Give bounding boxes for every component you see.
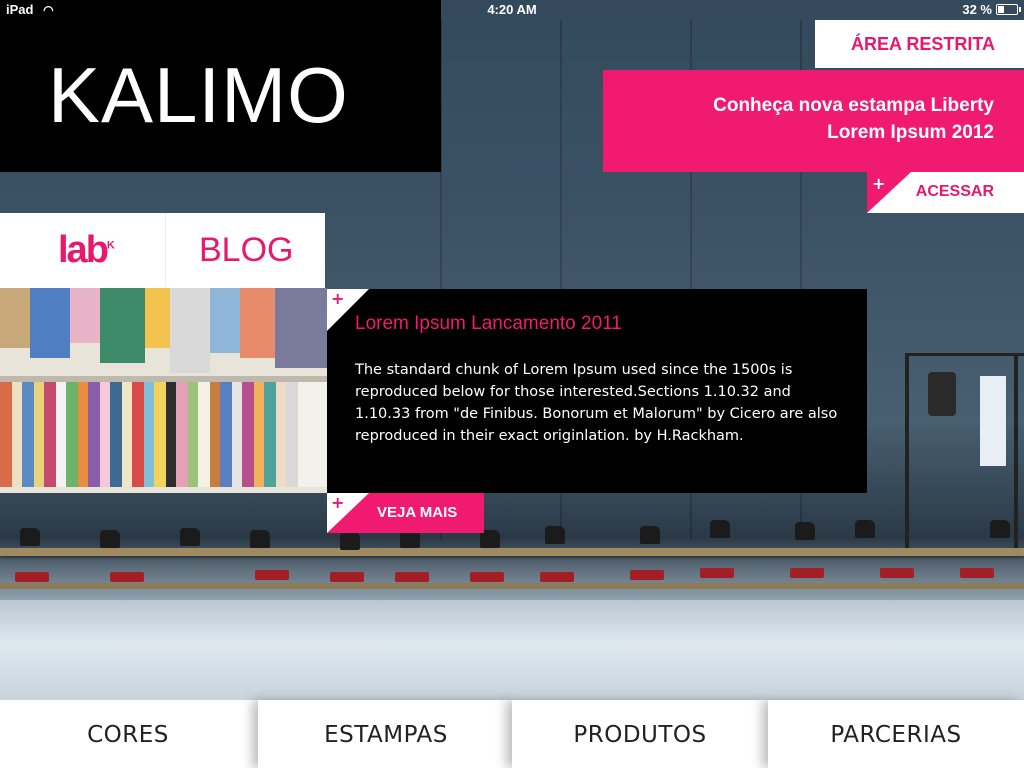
see-more-label: VEJA MAIS [377, 504, 458, 521]
battery-icon [996, 4, 1021, 15]
red-item [395, 572, 429, 582]
lower-shelf [0, 583, 1024, 589]
status-time: 4:20 AM [487, 2, 537, 17]
red-item [540, 572, 574, 582]
tab-lab[interactable]: labK [58, 229, 115, 272]
red-item [255, 570, 289, 580]
tab-blog[interactable]: BLOG [199, 231, 293, 270]
red-item [15, 572, 49, 582]
plus-icon: + [331, 493, 345, 512]
nav-label: CORES [87, 722, 169, 748]
access-button[interactable]: + ACESSAR [867, 172, 1024, 213]
rack-bar [905, 353, 1024, 356]
promo-banner[interactable]: Conheça nova estampa Liberty Lorem Ipsum… [603, 70, 1024, 172]
shoe [545, 526, 565, 544]
see-more-button[interactable]: + VEJA MAIS [327, 493, 484, 533]
nav-label: ESTAMPAS [324, 722, 448, 748]
kalimo-logo[interactable]: KALIMO [0, 0, 441, 172]
rack-pole [905, 355, 909, 555]
restricted-area-label: ÁREA RESTRITA [851, 34, 995, 54]
plus-icon: + [872, 174, 886, 193]
nav-label: PRODUTOS [573, 722, 707, 748]
shoe [250, 530, 270, 548]
battery-fill [998, 6, 1004, 13]
nav-item-parcerias[interactable]: PARCERIAS [768, 700, 1024, 768]
promo-line-2: Lorem Ipsum 2012 [827, 122, 994, 143]
shoe [100, 530, 120, 548]
restricted-area-button[interactable]: ÁREA RESTRITA [815, 20, 1024, 68]
access-label: ACESSAR [915, 183, 994, 200]
tab-divider [165, 213, 166, 288]
promo-line-1: Conheça nova estampa Liberty [713, 95, 994, 116]
nav-item-cores[interactable]: CORES [0, 700, 256, 768]
red-item [700, 568, 734, 578]
shoe [855, 520, 875, 538]
red-item [880, 568, 914, 578]
bottom-nav: CORES ESTAMPAS PRODUTOS PARCERIAS [0, 700, 1024, 768]
rack-pole [1014, 355, 1018, 555]
article-image[interactable] [0, 288, 327, 493]
shoe-shelf [0, 548, 1024, 556]
fabric-rack-illustration [0, 288, 327, 493]
red-item [470, 572, 504, 582]
article-title[interactable]: Lorem Ipsum Lancamento 2011 [355, 313, 622, 335]
lab-label: lab [58, 229, 109, 271]
hanging-garment [980, 376, 1006, 466]
lab-mark: K [106, 239, 115, 252]
article-panel: + Lorem Ipsum Lancamento 2011 The standa… [327, 289, 867, 493]
shoe [340, 532, 360, 550]
red-item [630, 570, 664, 580]
plus-icon: + [331, 289, 345, 308]
red-item [330, 572, 364, 582]
logo-text: KALIMO [48, 51, 349, 139]
lab-blog-tabs: labK BLOG [0, 213, 325, 288]
nav-item-produtos[interactable]: PRODUTOS [512, 700, 768, 768]
nav-label: PARCERIAS [830, 722, 962, 748]
shoe [20, 528, 40, 546]
shoe [710, 520, 730, 538]
hanging-garment [928, 372, 956, 416]
red-item [110, 572, 144, 582]
status-bar: iPad ◠ 4:20 AM 32 % [0, 0, 1024, 20]
shoe [180, 528, 200, 546]
nav-item-estampas[interactable]: ESTAMPAS [258, 700, 514, 768]
red-item [960, 568, 994, 578]
article-body: The standard chunk of Lorem Ipsum used s… [355, 362, 838, 444]
red-item [790, 568, 824, 578]
shoe [795, 522, 815, 540]
shoe [640, 526, 660, 544]
floor-sheet [0, 600, 1024, 700]
battery-percent: 32 % [962, 2, 992, 17]
shoe [990, 520, 1010, 538]
